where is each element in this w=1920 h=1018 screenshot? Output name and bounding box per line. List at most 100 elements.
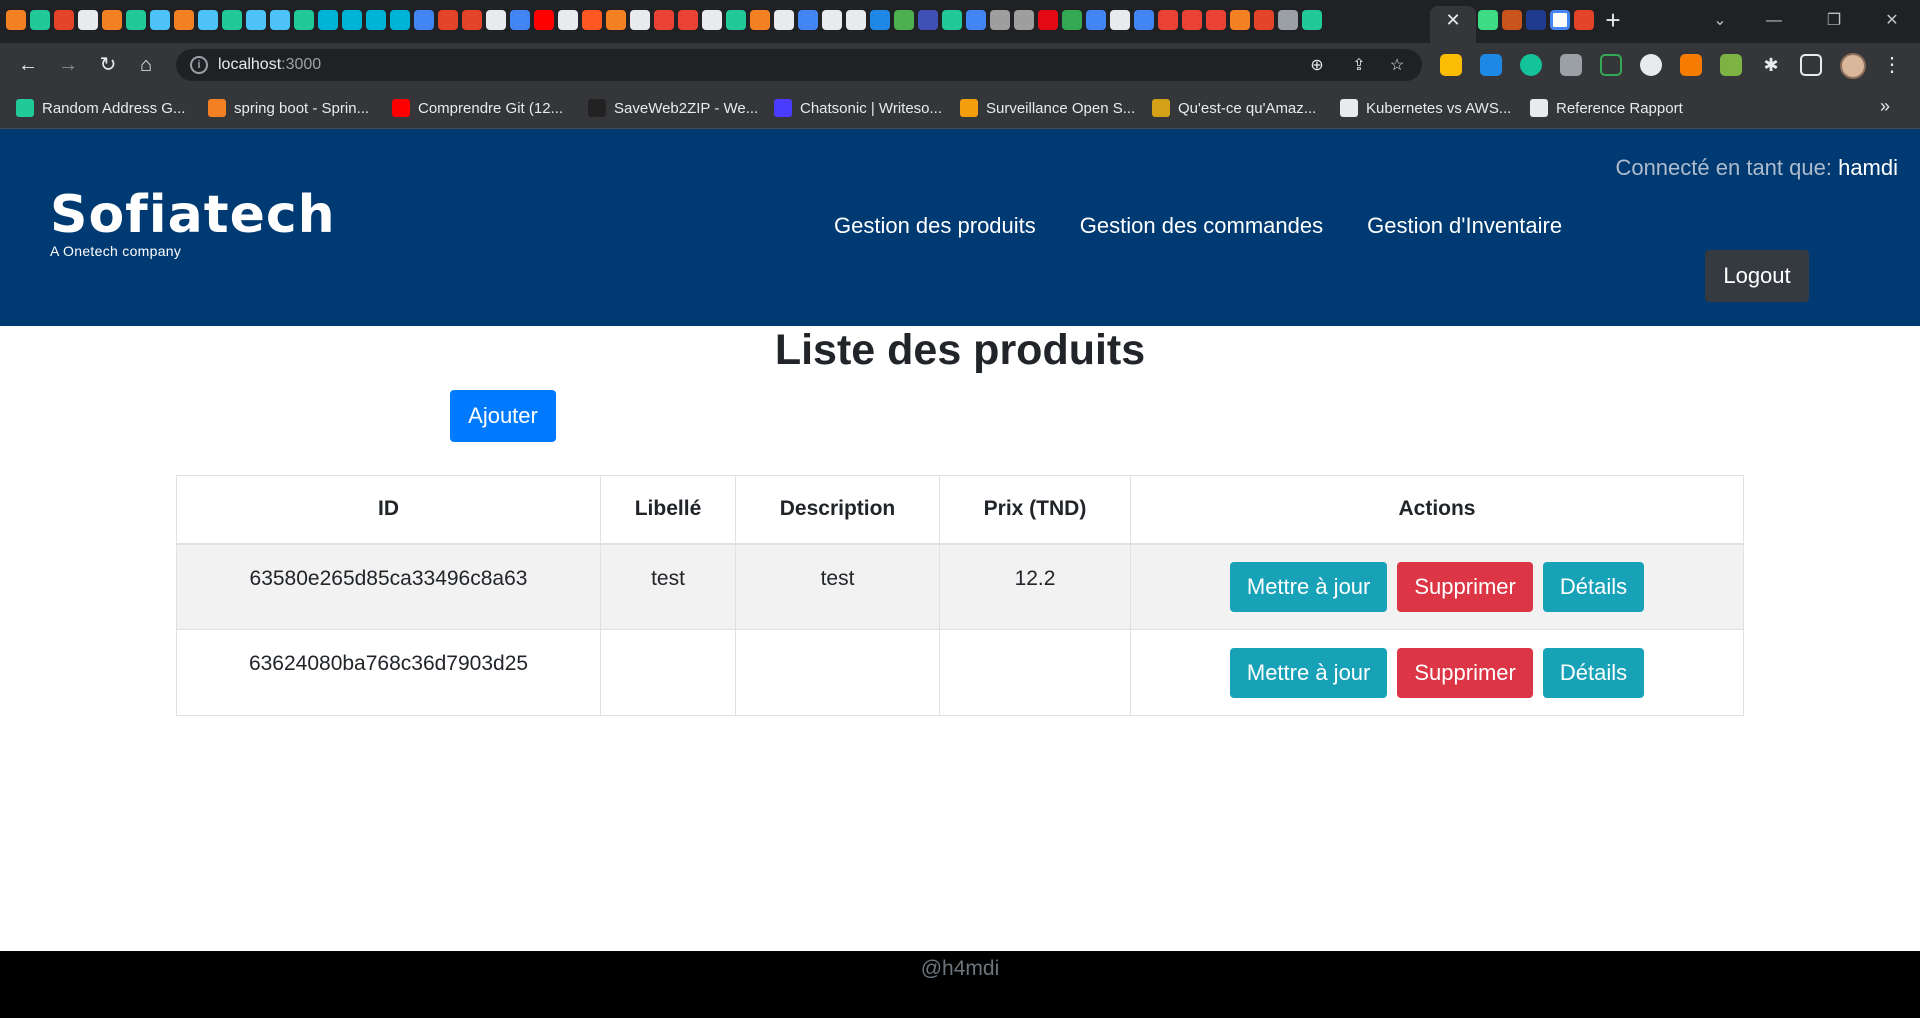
tab-favicon[interactable]: [414, 10, 434, 30]
bookmark-item[interactable]: Reference Rapport: [1530, 96, 1683, 120]
tab-favicon[interactable]: [1550, 10, 1570, 30]
tab-favicon[interactable]: [1230, 10, 1250, 30]
zoom-icon[interactable]: ⊕: [1306, 55, 1328, 77]
close-tab-icon[interactable]: ✕: [1442, 9, 1464, 31]
bookmark-item[interactable]: Kubernetes vs AWS...: [1340, 96, 1511, 120]
update-button[interactable]: Mettre à jour: [1229, 647, 1388, 698]
new-tab-icon[interactable]: +: [1600, 7, 1626, 34]
extension-badge-icon[interactable]: [1720, 54, 1742, 76]
bookmark-item[interactable]: Comprendre Git (12...: [392, 96, 563, 120]
details-button[interactable]: Détails: [1542, 561, 1645, 612]
bookmark-item[interactable]: spring boot - Sprin...: [208, 96, 369, 120]
tab-favicon[interactable]: [846, 10, 866, 30]
tab-favicon[interactable]: [150, 10, 170, 30]
tab-favicon[interactable]: [678, 10, 698, 30]
tab-favicon[interactable]: [462, 10, 482, 30]
tab-favicon[interactable]: [366, 10, 386, 30]
tab-favicon[interactable]: [30, 10, 50, 30]
tab-favicon[interactable]: [750, 10, 770, 30]
tab-favicon[interactable]: [1206, 10, 1226, 30]
tab-favicon[interactable]: [870, 10, 890, 30]
details-button[interactable]: Détails: [1542, 647, 1645, 698]
tab-favicon[interactable]: [918, 10, 938, 30]
tab-favicon[interactable]: [990, 10, 1010, 30]
tab-favicon[interactable]: [1182, 10, 1202, 30]
side-panel-icon[interactable]: [1800, 54, 1822, 76]
sofiatech-logo[interactable]: Sofiatech A Onetech company: [50, 189, 336, 259]
home-icon[interactable]: ⌂: [132, 51, 160, 79]
tab-favicon[interactable]: [126, 10, 146, 30]
tab-favicon[interactable]: [390, 10, 410, 30]
tab-favicon[interactable]: [822, 10, 842, 30]
bookmark-item[interactable]: Chatsonic | Writeso...: [774, 96, 942, 120]
nav-gestion-commandes[interactable]: Gestion des commandes: [1080, 213, 1323, 239]
tab-favicon[interactable]: [102, 10, 122, 30]
delete-button[interactable]: Supprimer: [1397, 561, 1533, 612]
logout-button[interactable]: Logout: [1705, 250, 1809, 302]
tab-favicon[interactable]: [54, 10, 74, 30]
tab-favicon[interactable]: [654, 10, 674, 30]
more-bookmarks-icon[interactable]: »: [1880, 96, 1890, 117]
tab-favicon[interactable]: [774, 10, 794, 30]
tab-favicon[interactable]: [534, 10, 554, 30]
tab-favicon[interactable]: [1086, 10, 1106, 30]
tab-favicon[interactable]: [6, 10, 26, 30]
browser-menu-icon[interactable]: ⋮: [1882, 52, 1902, 78]
tab-favicon[interactable]: [558, 10, 578, 30]
tab-favicon[interactable]: [486, 10, 506, 30]
tab-favicon[interactable]: [78, 10, 98, 30]
tab-favicons-right[interactable]: [1478, 10, 1594, 30]
delete-button[interactable]: Supprimer: [1397, 647, 1533, 698]
add-product-button[interactable]: Ajouter: [450, 390, 556, 442]
tab-favicon[interactable]: [1478, 10, 1498, 30]
profile-avatar[interactable]: [1840, 53, 1866, 79]
tab-favicon[interactable]: [510, 10, 530, 30]
extension-keep-icon[interactable]: [1440, 54, 1462, 76]
tab-favicon[interactable]: [1134, 10, 1154, 30]
tab-favicon[interactable]: [1062, 10, 1082, 30]
back-icon[interactable]: ←: [14, 51, 42, 79]
tab-favicon[interactable]: [582, 10, 602, 30]
camera-extension-icon[interactable]: [1560, 54, 1582, 76]
tab-favicon[interactable]: [318, 10, 338, 30]
tab-favicon[interactable]: [942, 10, 962, 30]
share-icon[interactable]: ⇪: [1348, 55, 1370, 77]
address-bar[interactable]: i localhost:3000 ⊕ ⇪ ☆: [176, 49, 1422, 81]
tab-favicon[interactable]: [630, 10, 650, 30]
tab-favicon[interactable]: [294, 10, 314, 30]
tab-favicon[interactable]: [894, 10, 914, 30]
tab-favicon[interactable]: [966, 10, 986, 30]
restore-icon[interactable]: ❐: [1814, 8, 1854, 34]
bookmark-item[interactable]: SaveWeb2ZIP - We...: [588, 96, 758, 120]
tab-search-icon[interactable]: ⌄: [1700, 8, 1740, 34]
tab-favicon[interactable]: [222, 10, 242, 30]
extension-off-icon[interactable]: [1680, 54, 1702, 76]
tab-favicon[interactable]: [1014, 10, 1034, 30]
tab-favicon[interactable]: [438, 10, 458, 30]
tab-favicon[interactable]: [1502, 10, 1522, 30]
grammarly-icon[interactable]: [1520, 54, 1542, 76]
tab-favicon[interactable]: [1574, 10, 1594, 30]
bookmark-item[interactable]: Random Address G...: [16, 96, 185, 120]
tab-favicon[interactable]: [798, 10, 818, 30]
tab-favicon[interactable]: [1278, 10, 1298, 30]
nav-gestion-inventaire[interactable]: Gestion d'Inventaire: [1367, 213, 1562, 239]
update-button[interactable]: Mettre à jour: [1229, 561, 1388, 612]
tab-favicon[interactable]: [1526, 10, 1546, 30]
bookmark-item[interactable]: Surveillance Open S...: [960, 96, 1135, 120]
extension-icon[interactable]: [1600, 54, 1622, 76]
extension-icon[interactable]: [1480, 54, 1502, 76]
site-info-icon[interactable]: i: [190, 56, 208, 74]
tab-favicon[interactable]: [198, 10, 218, 30]
close-window-icon[interactable]: ✕: [1872, 8, 1912, 34]
tab-favicon[interactable]: [726, 10, 746, 30]
bookmark-item[interactable]: Qu'est-ce qu'Amaz...: [1152, 96, 1316, 120]
tab-favicon[interactable]: [702, 10, 722, 30]
tab-favicon[interactable]: [246, 10, 266, 30]
forward-icon[interactable]: →: [54, 51, 82, 79]
reload-icon[interactable]: ↻: [94, 51, 122, 79]
tab-favicon[interactable]: [1158, 10, 1178, 30]
extension-icon[interactable]: [1640, 54, 1662, 76]
tab-favicon[interactable]: [1038, 10, 1058, 30]
tab-favicon[interactable]: [1254, 10, 1274, 30]
